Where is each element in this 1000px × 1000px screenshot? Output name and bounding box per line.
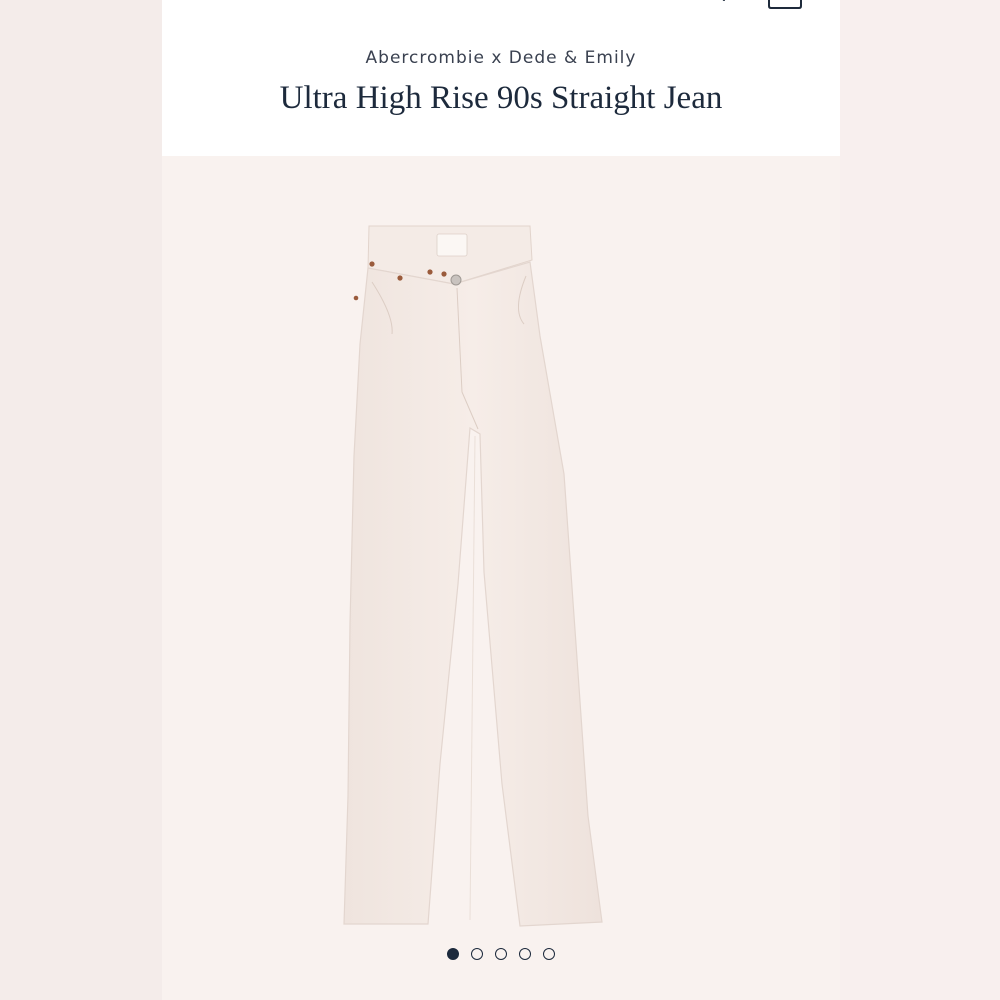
hamburger-menu-icon[interactable] <box>190 0 236 4</box>
product-image-gallery[interactable] <box>162 156 840 1000</box>
shopping-bag-icon[interactable] <box>766 0 804 10</box>
product-image-jeans[interactable] <box>332 224 662 944</box>
carousel-dot-5[interactable] <box>543 948 555 960</box>
carousel-dot-3[interactable] <box>495 948 507 960</box>
product-page: Abercrombie x Dede & Emily Ultra High Ri… <box>162 0 840 1000</box>
carousel-dot-2[interactable] <box>471 948 483 960</box>
backdrop-left <box>0 0 162 1000</box>
product-header: Abercrombie x Dede & Emily Ultra High Ri… <box>162 0 840 156</box>
backdrop-right <box>840 0 1000 1000</box>
product-brand[interactable]: Abercrombie x Dede & Emily <box>162 48 840 68</box>
carousel-dot-1[interactable] <box>447 948 459 960</box>
carousel-indicator <box>162 948 840 960</box>
carousel-dot-4[interactable] <box>519 948 531 960</box>
search-icon[interactable] <box>702 0 728 6</box>
product-title: Ultra High Rise 90s Straight Jean <box>279 80 723 116</box>
